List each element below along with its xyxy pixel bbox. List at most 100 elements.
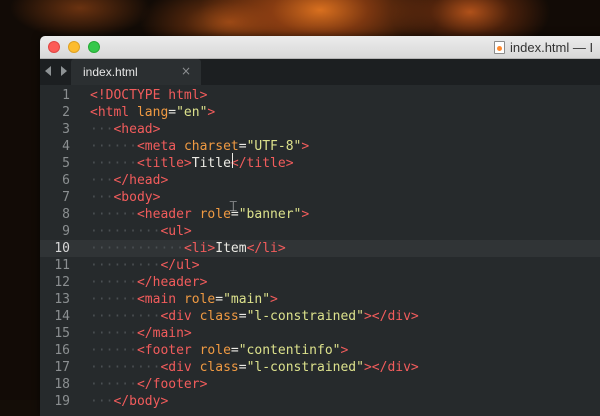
title-bar[interactable]: index.html — I bbox=[40, 36, 600, 59]
code-token: "banner" bbox=[238, 207, 302, 222]
indent-guide: ··· bbox=[113, 207, 137, 222]
code-line[interactable]: 11 ·········</ul> bbox=[40, 257, 600, 274]
html-file-icon bbox=[494, 40, 505, 54]
code-token: </ul> bbox=[160, 258, 200, 273]
line-number: 2 bbox=[62, 105, 70, 120]
minimize-window-button[interactable] bbox=[68, 41, 80, 53]
code-line[interactable]: 2 <html lang="en"> bbox=[40, 104, 600, 121]
line-number: 16 bbox=[54, 343, 70, 358]
code-token: role bbox=[199, 207, 231, 222]
code-text: ············<li>Item</li> bbox=[90, 240, 286, 257]
code-token: lang bbox=[136, 105, 169, 120]
editor-window: index.html — I index.html × 1 <!DOCTYPE h… bbox=[40, 36, 600, 416]
code-token: ></div> bbox=[363, 309, 419, 324]
indent-guide: ··· bbox=[90, 173, 114, 188]
code-token: role bbox=[183, 292, 216, 307]
code-line[interactable]: 10 ············<li>Item</li> bbox=[40, 240, 600, 257]
arrow-right-icon[interactable] bbox=[61, 66, 67, 76]
code-text: ···<body> bbox=[90, 189, 160, 206]
line-number: 9 bbox=[62, 224, 70, 239]
code-line[interactable]: 4 ······<meta charset="UTF-8"> bbox=[40, 138, 600, 155]
tab-index-html[interactable]: index.html × bbox=[71, 59, 201, 85]
indent-guide: ··· bbox=[113, 224, 137, 239]
code-text: ·········<div class="l-constrained"></di… bbox=[90, 359, 419, 376]
code-editor[interactable]: 1 <!DOCTYPE html> 2 <html lang="en"> 3 ···<he… bbox=[40, 85, 600, 416]
code-line[interactable]: 8 ······<header role="banner"> bbox=[40, 206, 600, 223]
code-line[interactable]: 6 ···</head> bbox=[40, 172, 600, 189]
line-number: 14 bbox=[54, 309, 70, 324]
code-line[interactable]: 3 ···<head> bbox=[40, 121, 600, 138]
code-token: "en" bbox=[176, 105, 208, 120]
indent-guide: ··· bbox=[136, 258, 161, 273]
code-token: = bbox=[230, 343, 239, 358]
code-line[interactable]: 19 ···</body> bbox=[40, 393, 600, 410]
line-number: 6 bbox=[62, 173, 70, 188]
code-text: ······</main> bbox=[90, 325, 192, 342]
code-token: </body> bbox=[113, 394, 169, 409]
line-number: 4 bbox=[62, 139, 70, 154]
code-token: <li> bbox=[183, 241, 216, 256]
line-number: 7 bbox=[62, 190, 70, 205]
code-token: <div bbox=[160, 309, 200, 324]
code-token: role bbox=[199, 343, 231, 358]
line-number: 8 bbox=[62, 207, 70, 222]
code-token: <body> bbox=[113, 190, 161, 205]
code-line[interactable]: 18 ······</footer> bbox=[40, 376, 600, 393]
code-line[interactable]: 7 ···<body> bbox=[40, 189, 600, 206]
code-text: ······<main role="main"> bbox=[90, 291, 278, 308]
line-number: 5 bbox=[62, 156, 70, 171]
indent-guide: ··· bbox=[90, 224, 114, 239]
code-line[interactable]: 17 ·········<div class="l-constrained"></… bbox=[40, 359, 600, 376]
code-line[interactable]: 16 ······<footer role="contentinfo"> bbox=[40, 342, 600, 359]
window-title: index.html — I bbox=[510, 39, 594, 55]
code-line[interactable]: 14 ·········<div class="l-constrained"></… bbox=[40, 308, 600, 325]
indent-guide: ··· bbox=[136, 224, 161, 239]
code-text: <!DOCTYPE html> bbox=[90, 87, 207, 104]
code-token: </main> bbox=[136, 326, 192, 341]
indent-guide: ··· bbox=[90, 360, 114, 375]
code-token: </li> bbox=[246, 241, 286, 256]
text-caret bbox=[232, 153, 233, 168]
code-token: <header bbox=[136, 207, 200, 222]
indent-guide: ··· bbox=[90, 275, 114, 290]
code-token: Item bbox=[215, 241, 247, 256]
close-tab-icon[interactable]: × bbox=[181, 64, 191, 78]
code-token: = bbox=[168, 105, 177, 120]
code-token: <div bbox=[160, 360, 200, 375]
indent-guide: ··· bbox=[90, 190, 114, 205]
code-line[interactable]: 5 ······<title>Title</title> bbox=[40, 155, 600, 172]
zoom-window-button[interactable] bbox=[88, 41, 100, 53]
text-ibeam-cursor-icon: ⌶ bbox=[229, 199, 238, 215]
indent-guide: ··· bbox=[90, 309, 114, 324]
code-token: = bbox=[238, 309, 247, 324]
code-text: ···</body> bbox=[90, 393, 168, 410]
code-token: <title> bbox=[136, 156, 192, 171]
code-text: ···</head> bbox=[90, 172, 168, 189]
code-token: "l-constrained" bbox=[246, 309, 364, 324]
line-number: 18 bbox=[54, 377, 70, 392]
close-window-button[interactable] bbox=[48, 41, 60, 53]
indent-guide: ··· bbox=[113, 156, 137, 171]
code-token: <head> bbox=[113, 122, 161, 137]
code-token: > bbox=[207, 105, 216, 120]
code-text: ·········</ul> bbox=[90, 257, 200, 274]
window-title-group: index.html — I bbox=[494, 39, 593, 55]
code-token: <main bbox=[136, 292, 184, 307]
code-token: > bbox=[270, 292, 278, 307]
code-token: </head> bbox=[113, 173, 169, 188]
code-line[interactable]: 13 ······<main role="main"> bbox=[40, 291, 600, 308]
code-line[interactable]: 15 ······</main> bbox=[40, 325, 600, 342]
code-line[interactable]: 1 <!DOCTYPE html> bbox=[40, 87, 600, 104]
code-line[interactable]: 12 ······</header> bbox=[40, 274, 600, 291]
code-token: = bbox=[215, 292, 224, 307]
indent-guide: ··· bbox=[90, 377, 114, 392]
code-line[interactable]: 9 ·········<ul> bbox=[40, 223, 600, 240]
code-token: </title> bbox=[230, 156, 294, 171]
line-number: 3 bbox=[62, 122, 70, 137]
arrow-left-icon[interactable] bbox=[45, 66, 51, 76]
code-token: <footer bbox=[136, 343, 200, 358]
indent-guide: ··· bbox=[113, 139, 137, 154]
indent-guide: ··· bbox=[160, 241, 184, 256]
code-token: </footer> bbox=[136, 377, 208, 392]
code-token: = bbox=[238, 360, 247, 375]
